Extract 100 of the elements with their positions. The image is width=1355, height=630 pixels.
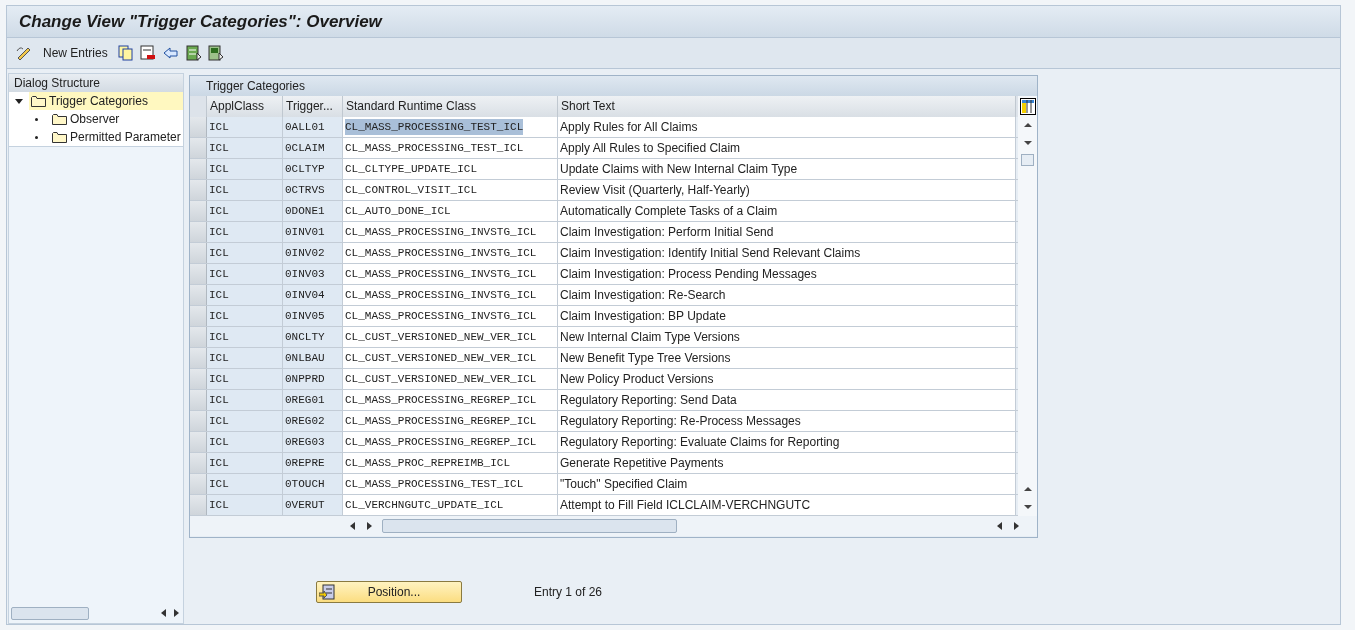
table-cell-text: Regulatory Reporting: Evaluate Claims for Reporting — [560, 434, 840, 451]
table-cell-text: Attempt to Fill Field ICLCLAIM-VERCHNGUTC — [560, 497, 811, 514]
table-cell-text: ICL — [209, 392, 229, 408]
table-cell-text: 0NLBAU — [285, 350, 325, 366]
row-selector[interactable] — [190, 264, 207, 284]
row-selector[interactable] — [190, 474, 207, 494]
table-cell-text: Generate Repetitive Payments — [560, 455, 724, 472]
table-cell-text: ICL — [209, 203, 229, 219]
row-selector[interactable] — [190, 390, 207, 410]
entry-counter: Entry 1 of 26 — [534, 584, 603, 601]
column-header[interactable]: Standard Runtime Class — [343, 96, 558, 117]
table-cell-text: ICL — [209, 119, 229, 135]
table-cell-text: 0INV03 — [285, 266, 325, 282]
scroll-up-icon[interactable] — [1022, 484, 1033, 494]
table-cell-text: ICL — [209, 350, 229, 366]
scroll-down-icon[interactable] — [1022, 502, 1033, 512]
bullet-icon — [35, 135, 38, 139]
column-header[interactable]: Trigger... — [283, 96, 343, 117]
column-header[interactable]: ApplClass — [207, 96, 283, 117]
row-selector[interactable] — [190, 432, 207, 452]
table-cell-text: ICL — [209, 371, 229, 387]
scroll-left-icon[interactable] — [348, 521, 358, 531]
table-cell-text: 0DONE1 — [285, 203, 325, 219]
delete-row-icon[interactable] — [139, 44, 156, 61]
row-selector[interactable] — [190, 159, 207, 179]
table-cell-text: Claim Investigation: Perform Initial Send — [560, 224, 774, 241]
row-selector[interactable] — [190, 453, 207, 473]
table-cell-text: 0INV05 — [285, 308, 325, 324]
table-cell-text: 0REPRE — [285, 455, 325, 471]
scroll-down-icon[interactable] — [1022, 138, 1033, 148]
table-cell-text: Automatically Complete Tasks of a Claim — [560, 203, 778, 220]
scroll-right-icon[interactable] — [1011, 521, 1021, 531]
table-cell-text: 0INV04 — [285, 287, 325, 303]
table-cell-text: ICL — [209, 182, 229, 198]
table-cell-text: Apply Rules for All Claims — [560, 119, 698, 136]
table-cell-text: ICL — [209, 329, 229, 345]
table-cell-text: 0REG01 — [285, 392, 325, 408]
pencil-icon[interactable] — [15, 44, 33, 61]
window-title: Change View "Trigger Categories": Overview — [19, 10, 382, 33]
row-selector[interactable] — [190, 222, 207, 242]
row-selector[interactable] — [190, 285, 207, 305]
table-cell-text: ICL — [209, 413, 229, 429]
table-cell-text: ICL — [209, 476, 229, 492]
table-cell-text: ICL — [209, 497, 229, 513]
table-cell-text: Regulatory Reporting: Send Data — [560, 392, 737, 409]
bullet-icon — [35, 117, 38, 121]
row-selector[interactable] — [190, 306, 207, 326]
panel-header: Dialog Structure — [9, 74, 183, 92]
expand-arrow-icon[interactable] — [15, 97, 23, 105]
scroll-left-icon[interactable] — [995, 521, 1005, 531]
copy-icon[interactable] — [117, 44, 134, 61]
row-selector[interactable] — [190, 495, 207, 515]
scroll-right-icon[interactable] — [364, 521, 374, 531]
scroll-right-icon[interactable] — [171, 608, 181, 618]
folder-icon — [52, 113, 67, 125]
table-cell-text: Claim Investigation: Identify Initial Send Relevant Claims — [560, 245, 861, 262]
table-cell-text: ICL — [209, 266, 229, 282]
row-selector[interactable] — [190, 348, 207, 368]
table-cell-text: 0VERUT — [285, 497, 325, 513]
table-cell-text: 0CLAIM — [285, 140, 325, 156]
column-header[interactable]: Short Text — [558, 96, 1016, 117]
row-selector[interactable] — [190, 201, 207, 221]
table-cell-text: Claim Investigation: BP Update — [560, 308, 726, 325]
position-icon — [319, 584, 335, 600]
scrollbar-thumb[interactable] — [1021, 154, 1034, 166]
table-cell-text: ICL — [209, 161, 229, 177]
scrollbar-thumb[interactable] — [11, 606, 89, 620]
table-cell[interactable]: CL_MASS_PROCESSING_TEST_ICL — [345, 118, 524, 136]
table-cell-text: 0NPPRD — [285, 371, 325, 387]
column-settings-icon[interactable] — [1019, 98, 1036, 115]
row-selector[interactable] — [190, 138, 207, 158]
table-cell-text: ICL — [209, 140, 229, 156]
table-cell-text: New Internal Claim Type Versions — [560, 329, 740, 346]
table-cell-text: Update Claims with New Internal Claim Type — [560, 161, 798, 178]
table-cell-text: 0CLTYP — [285, 161, 325, 177]
row-selector[interactable] — [190, 117, 207, 137]
table-cell-text: 0NCLTY — [285, 329, 325, 345]
new-entries-button[interactable]: New Entries — [39, 43, 112, 62]
table-cell-text: Claim Investigation: Re-Search — [560, 287, 726, 304]
table-cell-text: ICL — [209, 434, 229, 450]
table-cell-text: 0REG02 — [285, 413, 325, 429]
scroll-left-icon[interactable] — [159, 608, 169, 618]
row-selector[interactable] — [190, 411, 207, 431]
table-title: Trigger Categories — [190, 76, 1037, 96]
table-cell-text: New Policy Product Versions — [560, 371, 714, 388]
undo-icon[interactable] — [161, 44, 180, 61]
tree-item[interactable]: Permitted Parameter — [50, 128, 181, 146]
row-selector[interactable] — [190, 369, 207, 389]
tree-item[interactable]: Observer — [50, 110, 120, 128]
tree-item[interactable]: Trigger Categories — [29, 92, 183, 110]
table-cell-text: New Benefit Type Tree Versions — [560, 350, 731, 367]
table-cell-text: 0TOUCH — [285, 476, 325, 492]
scrollbar-thumb[interactable] — [382, 519, 677, 533]
table-cell-text: 0ALL01 — [285, 119, 325, 135]
table-cell-text: 0INV01 — [285, 224, 325, 240]
scroll-up-icon[interactable] — [1022, 120, 1033, 130]
position-button[interactable]: Position... — [316, 581, 462, 603]
row-selector[interactable] — [190, 180, 207, 200]
row-selector[interactable] — [190, 243, 207, 263]
row-selector[interactable] — [190, 327, 207, 347]
